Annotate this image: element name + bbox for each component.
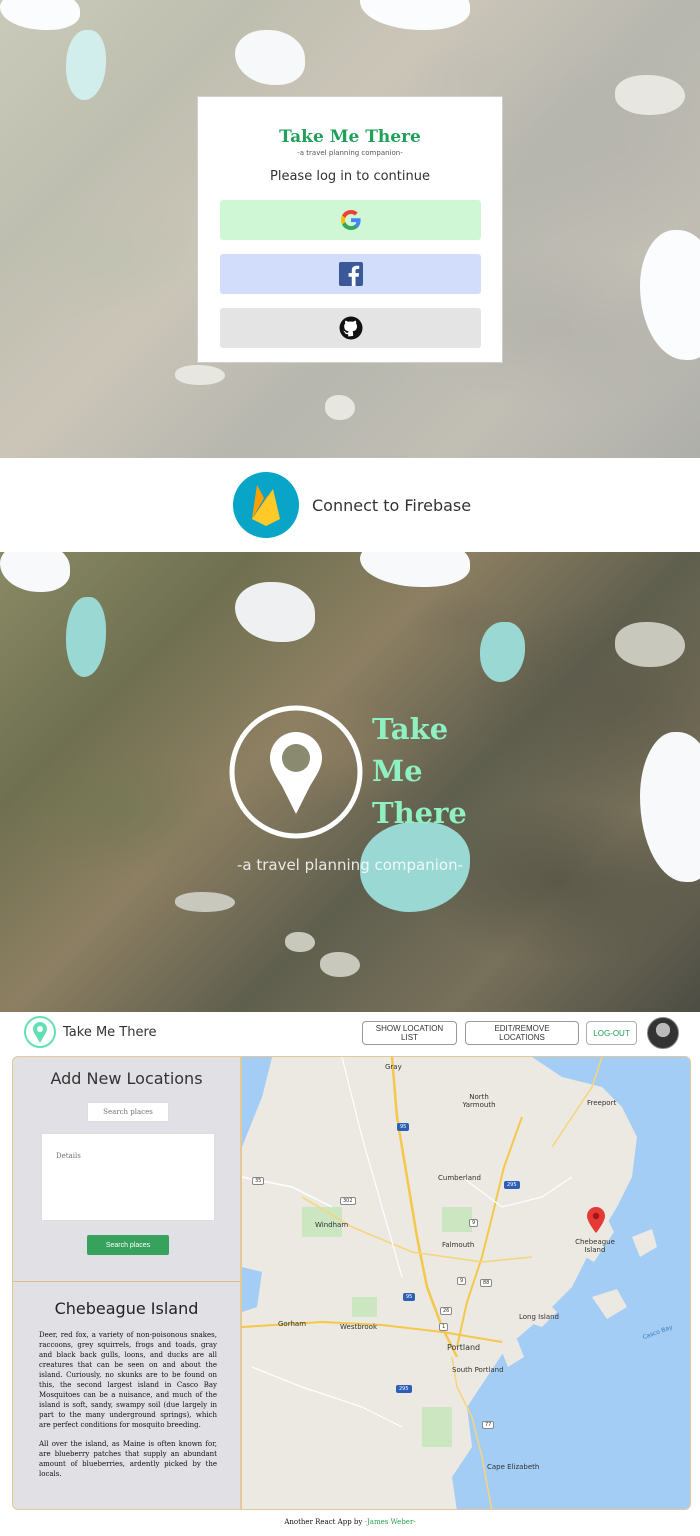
place-description: Deer, red fox, a variety of non-poisonou…	[39, 1330, 217, 1479]
avatar[interactable]	[647, 1017, 679, 1049]
app-title: Take Me There	[63, 1025, 157, 1040]
search-places-button[interactable]: Search places	[87, 1235, 169, 1255]
splash-title-line: Take	[372, 712, 449, 746]
interstate-295-shield: 295	[504, 1181, 520, 1189]
map-label-gray: Gray	[385, 1063, 402, 1071]
sidebar: Add New Locations Search places Chebeagu…	[12, 1056, 241, 1510]
place-paragraph: All over the island, as Maine is often k…	[39, 1440, 217, 1478]
app-logo[interactable]	[24, 1016, 56, 1048]
logout-button[interactable]: LOG-OUT	[586, 1021, 637, 1045]
route-1-shield: 1	[439, 1323, 449, 1331]
map-label-portland: Portland	[447, 1343, 481, 1352]
map-canvas	[242, 1057, 690, 1509]
map-label-chebeague: Chebeague Island	[575, 1238, 615, 1254]
login-card: Take Me There -a travel planning compani…	[197, 96, 503, 363]
splash-screen: Take Me There -a travel planning compani…	[0, 552, 700, 1012]
firebase-icon	[252, 485, 280, 526]
login-prompt: Please log in to continue	[270, 169, 430, 184]
location-marker-icon[interactable]	[587, 1207, 605, 1233]
route-35-shield: 35	[252, 1177, 265, 1185]
route-9-shield: 9	[457, 1277, 467, 1285]
route-9-shield: 9	[469, 1219, 479, 1227]
route-26-shield: 26	[440, 1307, 453, 1315]
map-pin-logo-icon	[229, 705, 363, 839]
map-label-long-island: Long Island	[519, 1313, 559, 1321]
login-screen: Take Me There -a travel planning compani…	[0, 0, 700, 458]
footer: Another React App by -James Weber-	[0, 1518, 700, 1526]
google-login-button[interactable]	[220, 200, 481, 240]
map-label-falmouth: Falmouth	[442, 1241, 475, 1249]
map-label-south-portland: South Portland	[452, 1366, 504, 1374]
show-location-list-button[interactable]: SHOW LOCATION LIST	[362, 1021, 457, 1045]
route-88-shield: 88	[480, 1279, 493, 1287]
search-places-input[interactable]	[87, 1102, 169, 1122]
firebase-logo	[233, 472, 299, 538]
splash-subtitle: -a travel planning companion-	[236, 856, 464, 874]
map-label-cape-elizabeth: Cape Elizabeth	[487, 1463, 540, 1471]
map-label-north-yarmouth: North Yarmouth	[462, 1093, 496, 1109]
map-label-cumberland: Cumberland	[438, 1174, 481, 1182]
github-icon	[339, 316, 362, 340]
google-icon	[340, 210, 361, 230]
divider	[13, 1281, 240, 1282]
route-302-shield: 302	[340, 1197, 356, 1205]
brand-title: Take Me There	[279, 127, 421, 147]
firebase-connect-label: Connect to Firebase	[312, 496, 472, 515]
place-paragraph: Deer, red fox, a variety of non-poisonou…	[39, 1331, 217, 1429]
app-screen: Take Me There SHOW LOCATION LIST EDIT/RE…	[0, 1012, 700, 1536]
footer-text: Another React App by	[284, 1518, 363, 1526]
brand-subtitle: -a travel planning companion-	[297, 149, 403, 157]
facebook-icon	[338, 262, 363, 286]
route-77-shield: 77	[482, 1421, 495, 1429]
map-pin-icon	[33, 1022, 47, 1043]
map-view[interactable]: Gray North Yarmouth Freeport Cumberland …	[241, 1056, 691, 1510]
firebase-connect-section: Connect to Firebase	[0, 458, 700, 552]
splash-title: Take Me There	[372, 708, 532, 834]
interstate-295-shield: 295	[396, 1385, 412, 1393]
map-label-westbrook: Westbrook	[340, 1323, 377, 1331]
edit-remove-locations-button[interactable]: EDIT/REMOVE LOCATIONS	[465, 1021, 579, 1045]
footer-author-link[interactable]: -James Weber-	[365, 1518, 416, 1526]
add-locations-heading: Add New Locations	[50, 1069, 203, 1088]
interstate-95-shield: 95	[397, 1123, 410, 1131]
details-field[interactable]	[41, 1133, 215, 1221]
map-label-freeport: Freeport	[587, 1099, 617, 1107]
github-login-button[interactable]	[220, 308, 481, 348]
place-title: Chebeague Island	[54, 1299, 199, 1318]
splash-title-line: There	[372, 796, 467, 830]
map-label-windham: Windham	[315, 1221, 349, 1229]
interstate-95-shield: 95	[403, 1293, 416, 1301]
facebook-login-button[interactable]	[220, 254, 481, 294]
splash-title-line: Me	[372, 754, 423, 788]
map-label-gorham: Gorham	[278, 1320, 307, 1328]
